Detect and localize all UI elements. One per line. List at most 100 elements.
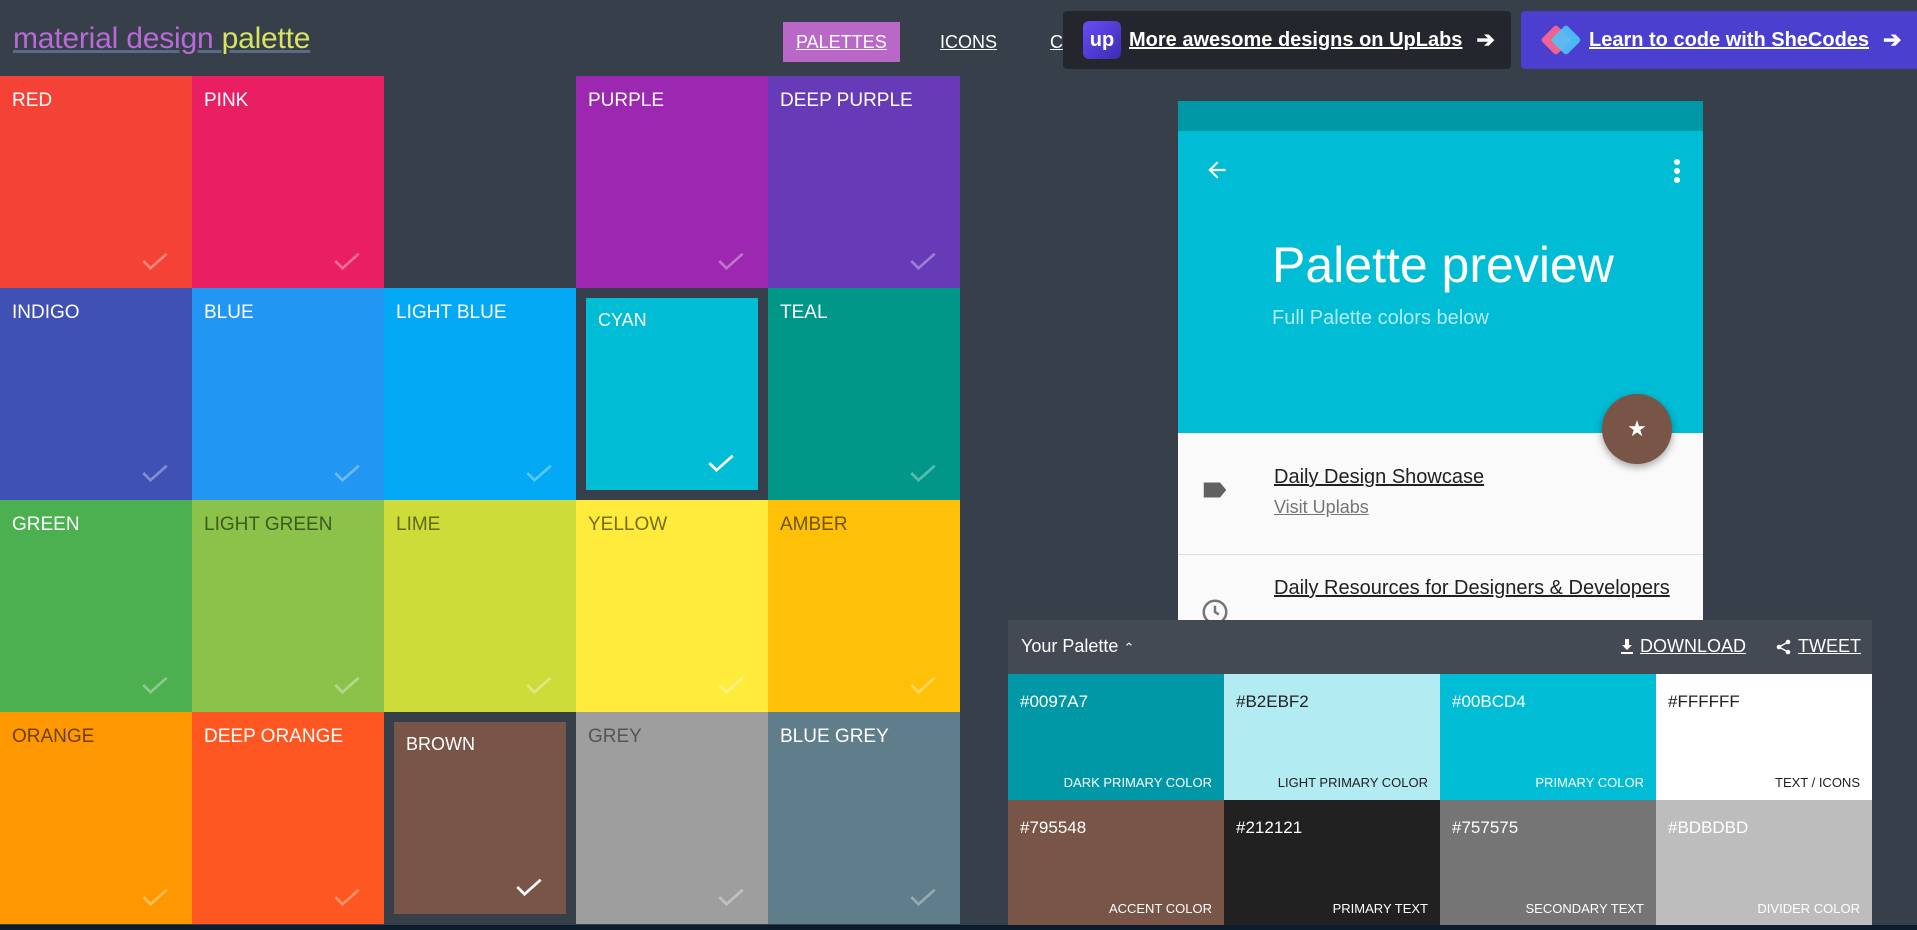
swatch-role: DIVIDER COLOR <box>1757 901 1860 916</box>
swatch-role: PRIMARY TEXT <box>1332 901 1428 916</box>
color-tile-cyan[interactable]: CYAN <box>576 288 768 500</box>
arrow-right-icon: ➔ <box>1476 27 1495 52</box>
swatch-hex: #00BCD4 <box>1452 692 1526 711</box>
check-icon <box>334 464 360 482</box>
shecodes-logo <box>1540 20 1582 60</box>
download-label[interactable]: DOWNLOAD <box>1640 636 1746 657</box>
check-icon <box>526 676 552 694</box>
color-tile-label: TEAL <box>780 302 828 323</box>
your-palette-title[interactable]: Your Palette <box>1021 636 1118 656</box>
shecodes-ad-button[interactable]: Learn to code with SheCodes ➔ <box>1521 11 1917 69</box>
chevron-up-icon: ⌃ <box>1123 640 1135 655</box>
shecodes-ad-text[interactable]: Learn to code with SheCodes <box>1589 29 1869 52</box>
swatch-hex: #757575 <box>1452 818 1519 837</box>
color-tile-pink[interactable]: PINK <box>192 76 384 288</box>
label-icon <box>1203 482 1227 498</box>
check-icon <box>334 252 360 270</box>
color-tile-teal[interactable]: TEAL <box>768 288 960 500</box>
palette-swatch[interactable]: #B2EBF2 LIGHT PRIMARY COLOR <box>1224 674 1440 800</box>
swatch-role: DARK PRIMARY COLOR <box>1063 775 1212 790</box>
swatch-hex: #0097A7 <box>1020 692 1089 711</box>
check-icon <box>708 454 734 472</box>
list-item-title[interactable]: Daily Design Showcase <box>1274 466 1484 489</box>
color-tile-lime[interactable]: LIME <box>384 500 576 712</box>
uplabs-ad-text[interactable]: More awesome designs on UpLabs <box>1129 29 1462 52</box>
uplabs-logo: up <box>1083 21 1121 59</box>
tweet-button[interactable]: TWEET <box>1776 636 1861 657</box>
arrow-back-icon[interactable] <box>1204 157 1230 183</box>
color-tile-red[interactable]: RED <box>0 76 192 288</box>
site-logo[interactable]: material design palette <box>13 22 310 56</box>
check-icon <box>526 464 552 482</box>
logo-text-secondary[interactable]: palette <box>222 22 311 55</box>
color-tile-label: CYAN <box>598 310 647 330</box>
color-tile-blue-grey[interactable]: BLUE GREY <box>768 712 960 924</box>
color-tile-label: LIGHT GREEN <box>204 514 333 535</box>
check-icon <box>142 252 168 270</box>
uplabs-ad-button[interactable]: up More awesome designs on UpLabs ➔ <box>1063 11 1511 69</box>
color-grid: RED PINK PURPLE DEEP PURPLE INDIGO BLUE LIGHT … <box>0 76 960 928</box>
logo-text-primary[interactable]: material design <box>13 22 214 55</box>
check-icon <box>516 878 542 896</box>
list-item-subtitle[interactable]: Visit Uplabs <box>1274 497 1369 518</box>
color-tile-label: YELLOW <box>588 514 668 535</box>
color-tile-label: BLUE <box>204 302 254 323</box>
palette-preview-card: Palette preview Full Palette colors belo… <box>1178 101 1703 621</box>
color-tile-blue[interactable]: BLUE <box>192 288 384 500</box>
color-tile-light-green[interactable]: LIGHT GREEN <box>192 500 384 712</box>
check-icon <box>142 676 168 694</box>
palette-swatch[interactable]: #FFFFFF TEXT / ICONS <box>1656 674 1872 800</box>
color-tile-brown[interactable]: BROWN <box>384 712 576 924</box>
palette-panel-header: Your Palette ⌃ DOWNLOAD TWEET <box>1008 620 1872 674</box>
swatch-hex: #212121 <box>1236 818 1303 837</box>
nav-palettes[interactable]: PALETTES <box>783 22 900 62</box>
top-bar: material design palette PALETTES ICONS C… <box>0 0 1917 76</box>
swatch-role: TEXT / ICONS <box>1775 775 1860 790</box>
palette-swatch[interactable]: #795548 ACCENT COLOR <box>1008 800 1224 926</box>
share-icon <box>1776 639 1791 654</box>
palette-swatch[interactable]: #BDBDBD DIVIDER COLOR <box>1656 800 1872 926</box>
download-icon <box>1621 638 1633 654</box>
your-palette-toggle[interactable]: Your Palette ⌃ <box>1021 636 1134 657</box>
color-tile-selected-swatch[interactable]: CYAN <box>586 298 758 490</box>
color-tile-amber[interactable]: AMBER <box>768 500 960 712</box>
download-button[interactable]: DOWNLOAD <box>1620 636 1746 657</box>
nav-icons[interactable]: ICONS <box>927 22 1010 62</box>
color-tile-label: ORANGE <box>12 726 95 747</box>
color-tile-deep-orange[interactable]: DEEP ORANGE <box>192 712 384 924</box>
color-tile-light-blue[interactable]: LIGHT BLUE <box>384 288 576 500</box>
preview-status-bar <box>1178 101 1703 131</box>
color-tile-label: DEEP PURPLE <box>780 90 913 111</box>
color-tile-grey[interactable]: GREY <box>576 712 768 924</box>
color-tile-indigo[interactable]: INDIGO <box>0 288 192 500</box>
tweet-label[interactable]: TWEET <box>1798 636 1861 657</box>
more-vert-icon[interactable] <box>1673 159 1681 183</box>
clock-icon <box>1202 599 1228 621</box>
palette-swatch[interactable]: #757575 SECONDARY TEXT <box>1440 800 1656 926</box>
palette-swatch[interactable]: #00BCD4 PRIMARY COLOR <box>1440 674 1656 800</box>
check-icon <box>910 252 936 270</box>
check-icon <box>910 464 936 482</box>
swatch-role: ACCENT COLOR <box>1108 901 1212 916</box>
color-tile-orange[interactable]: ORANGE <box>0 712 192 924</box>
list-item[interactable]: Daily Resources for Designers & Develope… <box>1178 555 1703 621</box>
swatch-role: LIGHT PRIMARY COLOR <box>1277 775 1428 790</box>
color-tile-deep-purple[interactable]: DEEP PURPLE <box>768 76 960 288</box>
color-tile-selected-swatch[interactable]: BROWN <box>394 722 566 914</box>
bottom-strip <box>0 925 1917 930</box>
list-item-title[interactable]: Daily Resources for Designers & Develope… <box>1274 577 1670 600</box>
star-fab-button[interactable]: ★ <box>1602 394 1672 464</box>
empty-color-tile <box>384 76 576 288</box>
check-icon <box>334 676 360 694</box>
palette-swatch[interactable]: #212121 PRIMARY TEXT <box>1224 800 1440 926</box>
swatch-hex: #B2EBF2 <box>1236 692 1309 711</box>
color-tile-label: GREEN <box>12 514 80 535</box>
color-tile-yellow[interactable]: YELLOW <box>576 500 768 712</box>
color-tile-green[interactable]: GREEN <box>0 500 192 712</box>
color-tile-label: BROWN <box>406 734 475 754</box>
color-tile-purple[interactable]: PURPLE <box>576 76 768 288</box>
palette-swatch[interactable]: #0097A7 DARK PRIMARY COLOR <box>1008 674 1224 800</box>
check-icon <box>910 888 936 906</box>
check-icon <box>718 888 744 906</box>
color-tile-label: PURPLE <box>588 90 665 111</box>
